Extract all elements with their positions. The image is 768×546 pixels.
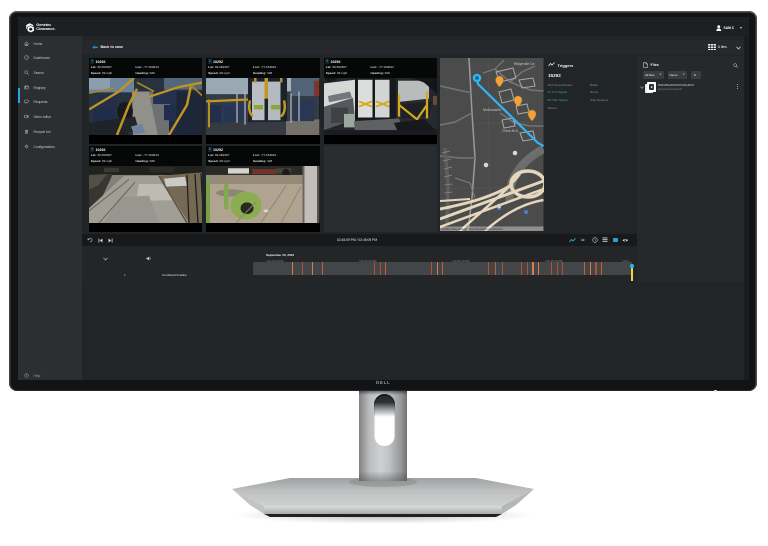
svg-text:McDonald's: McDonald's: [483, 108, 501, 112]
svg-text:Ridgeville Ce: Ridgeville Ce: [514, 62, 535, 66]
svg-text:Leaflet | Map data (c) OpenStr: Leaflet | Map data (c) OpenStreetMap con…: [442, 227, 504, 231]
svg-text:Chick-fil-A: Chick-fil-A: [502, 129, 519, 133]
